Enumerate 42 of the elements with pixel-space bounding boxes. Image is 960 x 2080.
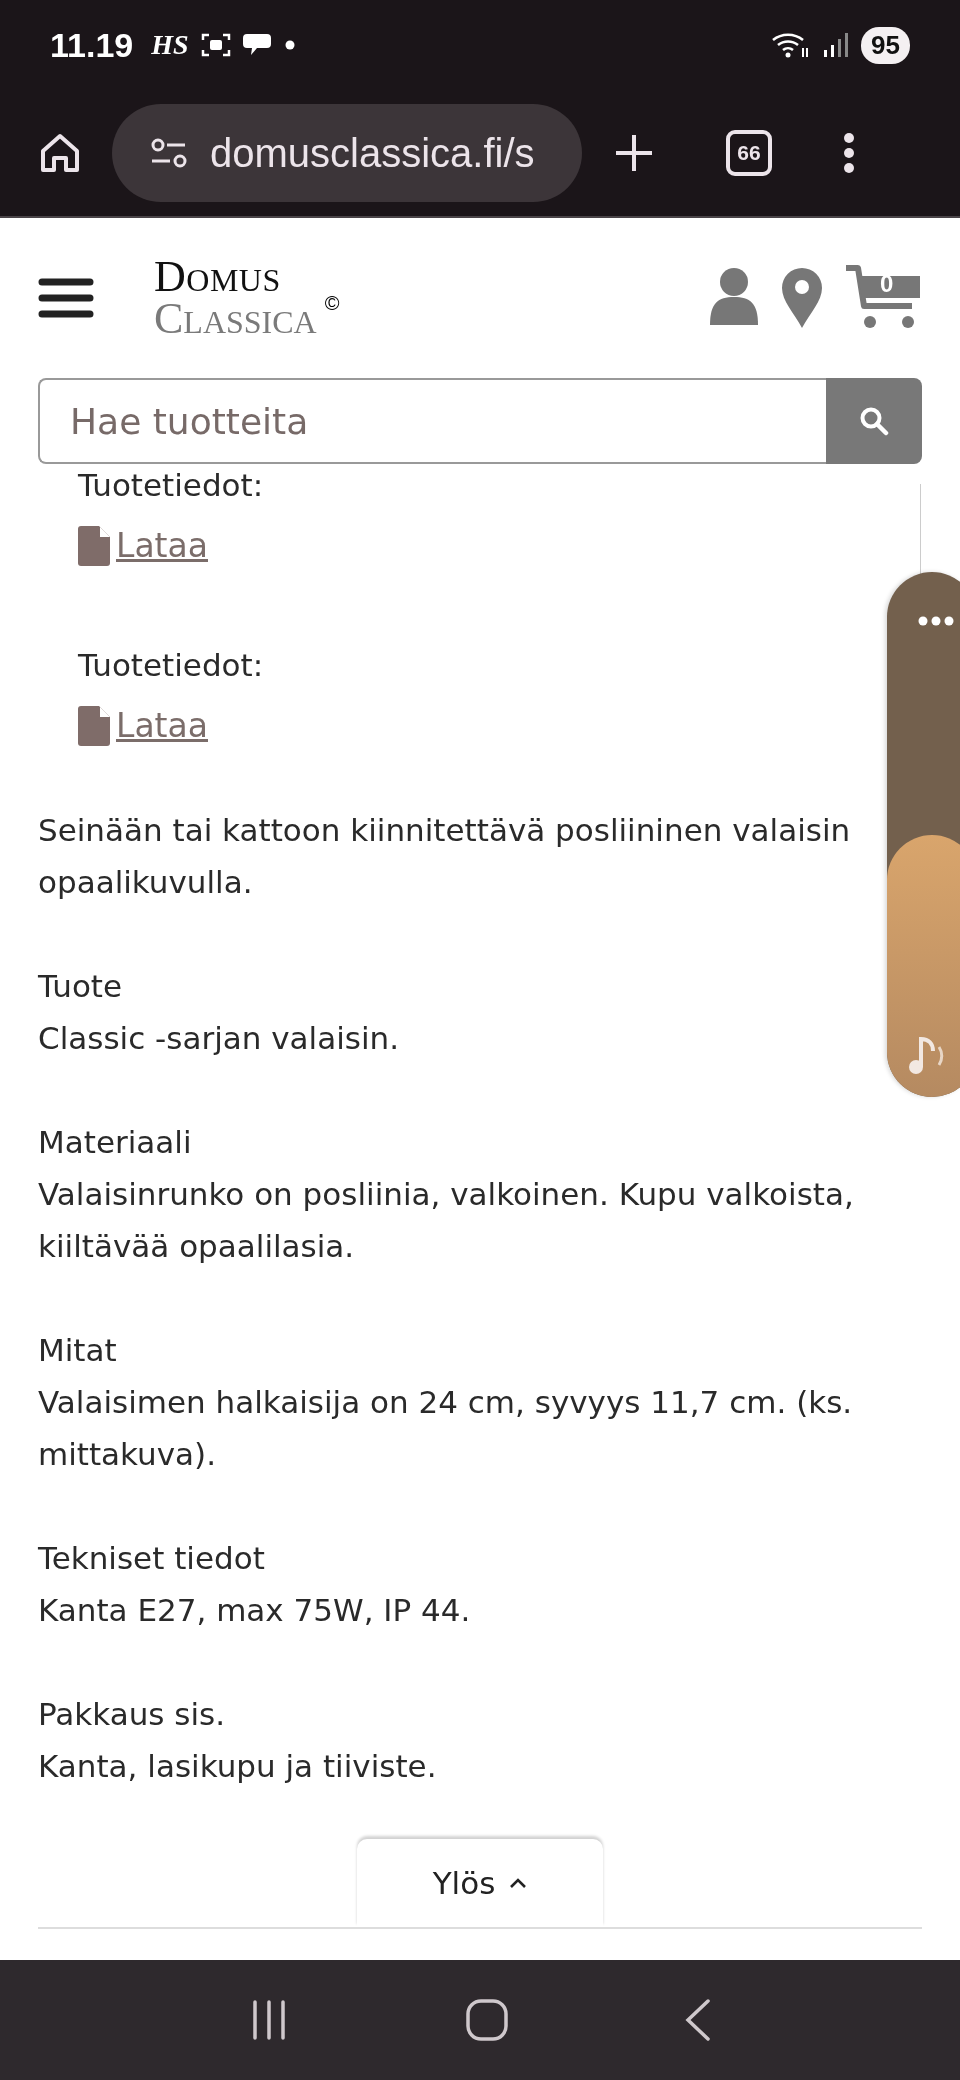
dot-icon [284, 40, 295, 50]
logo-text[interactable]: CLASSICA [154, 298, 317, 340]
section-heading: Mitat [38, 1331, 118, 1370]
section-text: Kanta, lasikupu ja tiiviste. [38, 1747, 438, 1786]
address-bar[interactable]: domusclassica.fi/s [112, 104, 582, 202]
section-text: Valaisimen halkaisija on 24 cm, syvyys 11,7 cm. (ks. mittakuva). [38, 1383, 854, 1474]
location-pin-icon[interactable] [780, 267, 824, 329]
document-icon [78, 706, 110, 746]
more-icon[interactable] [842, 131, 856, 175]
copyright-mark: © [324, 291, 340, 315]
section-heading: Pakkaus sis. [38, 1695, 227, 1734]
logo-text[interactable]: DOMUS [154, 256, 317, 298]
media-slider[interactable] [887, 572, 960, 1097]
download-label: Tuotetiedot: [78, 466, 265, 505]
app-logo-text: HS [151, 29, 189, 61]
back-to-top-button[interactable]: Ylös [357, 1839, 603, 1927]
clock-time: 11.19 [50, 25, 134, 65]
section-text: Kanta E27, max 75W, IP 44. [38, 1591, 472, 1630]
screenshot-icon [200, 32, 231, 58]
home-icon[interactable] [38, 131, 82, 175]
back-icon[interactable] [685, 1999, 712, 2041]
search-field[interactable]: Hae tuotteita [38, 378, 826, 464]
section-heading: Tekniset tiedot [38, 1539, 266, 1578]
document-icon [78, 526, 110, 566]
download-label: Tuotetiedot: [78, 646, 265, 685]
search-button[interactable] [826, 378, 922, 464]
section-heading: Materiaali [38, 1123, 193, 1162]
download-link[interactable]: Lataa [116, 526, 208, 566]
section-heading: Tuote [38, 967, 124, 1006]
tab-count-button[interactable]: 66 [726, 130, 772, 176]
section-text: Valaisinrunko on posliinia, valkoinen. Kupu valkoista, kiiltävää opaalilasia. [38, 1175, 855, 1266]
home-button-icon[interactable] [466, 1999, 508, 2041]
menu-icon[interactable] [38, 277, 94, 319]
section-text: Seinään tai kattoon kiinnitettävä posliininen valaisin opaalikuvulla. [38, 811, 852, 902]
battery-level: 95 [861, 26, 910, 64]
section-text: Classic -sarjan valaisin. [38, 1019, 401, 1058]
signal-icon [823, 32, 850, 58]
site-settings-icon[interactable] [150, 138, 188, 168]
caret-icon [509, 1877, 528, 1889]
download-link[interactable]: Lataa [116, 706, 208, 746]
search-icon [859, 406, 889, 436]
url-text: domusclassica.fi/s [210, 130, 535, 176]
